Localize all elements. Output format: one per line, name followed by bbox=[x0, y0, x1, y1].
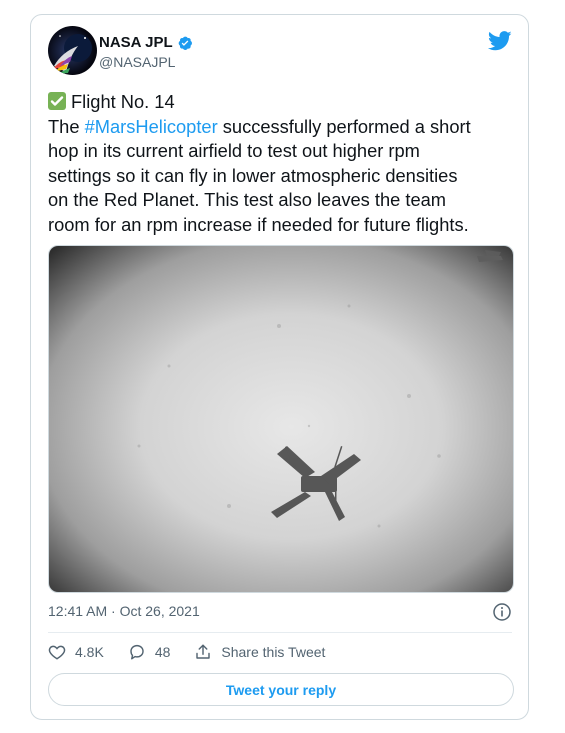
like-action[interactable]: 4.8K bbox=[48, 643, 104, 661]
reply-action[interactable]: 48 bbox=[128, 643, 171, 661]
tweet-body: Flight No. 14 The #MarsHelicopter succes… bbox=[48, 90, 524, 237]
author-name-row[interactable]: NASA JPL bbox=[99, 34, 193, 51]
like-count: 4.8K bbox=[75, 644, 104, 660]
verified-badge-icon bbox=[177, 35, 193, 51]
tweet-line-2: hop in its current airfield to test out … bbox=[48, 140, 420, 161]
tweet-your-reply-button[interactable]: Tweet your reply bbox=[48, 673, 514, 706]
tweet-media-image[interactable] bbox=[48, 245, 514, 593]
reply-count: 48 bbox=[154, 644, 171, 660]
tweet-line-5: room for an rpm increase if needed for f… bbox=[48, 213, 469, 235]
tweet-headline: Flight No. 14 bbox=[71, 91, 175, 112]
heart-icon bbox=[48, 645, 66, 660]
share-label: Share this Tweet bbox=[221, 644, 326, 660]
check-mark-emoji-icon bbox=[48, 92, 66, 110]
tweet-line-3: settings so it can fly in lower atmosphe… bbox=[48, 164, 458, 186]
reply-bubble-icon bbox=[130, 644, 144, 660]
tweet-headline-line: Flight No. 14 bbox=[48, 90, 524, 115]
tweet-text-segment: successfully performed a short bbox=[217, 115, 471, 137]
tweet-actions-bar: 4.8K 48 Share this Tweet bbox=[48, 643, 349, 661]
tweet-line-1: The #MarsHelicopter successfully perform… bbox=[48, 115, 524, 140]
divider bbox=[48, 632, 512, 633]
tweet-card: NASA JPL @NASAJPL Flight No. 14 The #Mar… bbox=[30, 14, 529, 720]
tweet-line-4: on the Red Planet. This test also leaves… bbox=[48, 189, 447, 210]
tweet-text-segment: The bbox=[48, 115, 85, 137]
twitter-logo-icon[interactable] bbox=[487, 30, 512, 52]
tweet-timestamp[interactable]: 12:41 AM · Oct 26, 2021 bbox=[48, 603, 200, 619]
avatar[interactable] bbox=[48, 26, 97, 75]
author-name[interactable]: NASA JPL bbox=[99, 34, 173, 51]
author-handle[interactable]: @NASAJPL bbox=[99, 54, 175, 70]
info-icon[interactable] bbox=[492, 602, 512, 622]
hashtag-link[interactable]: #MarsHelicopter bbox=[85, 116, 218, 137]
share-upload-icon bbox=[196, 644, 211, 659]
share-action[interactable]: Share this Tweet bbox=[194, 643, 325, 661]
